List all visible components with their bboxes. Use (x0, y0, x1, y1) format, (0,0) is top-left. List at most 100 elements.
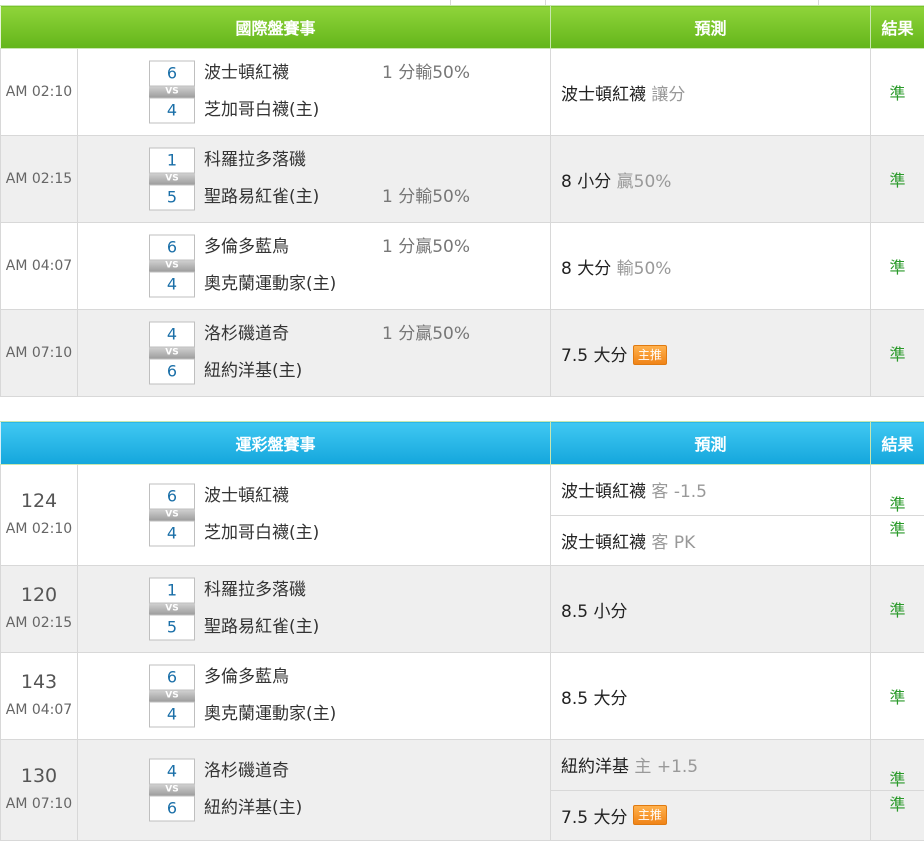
prediction: 紐約洋基 主 +1.5 7.5 大分 主推 (551, 740, 871, 841)
home-odds: 1 分輸50% (382, 179, 470, 216)
result: 準 準 (871, 740, 924, 841)
home-team[interactable]: 紐約洋基(主) (204, 798, 302, 818)
lottery-header-prediction: 預測 (551, 422, 871, 465)
pick: 波士頓紅襪 (561, 528, 646, 553)
away-score: 1 (149, 578, 195, 604)
vs-label: VS (149, 348, 195, 359)
match-info: 120 AM 02:15 (1, 566, 78, 653)
away-score: 6 (149, 235, 195, 261)
vs-label: VS (149, 691, 195, 702)
scoreboard: 4 VS 6 (149, 322, 195, 385)
prediction: 8.5 小分 (551, 566, 871, 653)
pick-detail: 客 PK (651, 528, 695, 553)
home-score: 4 (149, 272, 195, 298)
scoreboard: 6 VS 4 (149, 61, 195, 124)
section-gap (0, 397, 924, 421)
teams: 洛杉磯道奇1 分贏50% 紐約洋基(主) (204, 316, 302, 390)
away-score: 6 (149, 484, 195, 510)
away-team[interactable]: 波士頓紅襪 (204, 486, 289, 506)
match-cell[interactable]: 6 VS 4 多倫多藍鳥1 分贏50% 奧克蘭運動家(主) (78, 223, 551, 310)
table-row[interactable]: AM 04:07 6 VS 4 多倫多藍鳥1 分贏50% 奧克蘭運動家(主) 8… (1, 223, 924, 310)
vs-label: VS (149, 261, 195, 272)
teams: 波士頓紅襪 芝加哥白襪(主) (204, 478, 319, 552)
match-cell[interactable]: 1 VS 5 科羅拉多落磯 聖路易紅雀(主)1 分輸50% (78, 136, 551, 223)
table-row[interactable]: AM 07:10 4 VS 6 洛杉磯道奇1 分贏50% 紐約洋基(主) 7.5… (1, 310, 924, 397)
away-odds: 1 分贏50% (382, 229, 470, 266)
away-score: 6 (149, 665, 195, 691)
match-cell[interactable]: 6 VS 4 多倫多藍鳥 奧克蘭運動家(主) (78, 653, 551, 740)
lottery-header-result: 結果 (871, 422, 924, 465)
away-team[interactable]: 科羅拉多落磯 (204, 580, 306, 600)
home-team[interactable]: 芝加哥白襪(主) (204, 523, 319, 543)
result: 準 (871, 223, 924, 310)
intl-header: 國際盤賽事 預測 結果 (1, 6, 924, 49)
away-team[interactable]: 多倫多藍鳥 (204, 667, 289, 687)
match-time: AM 02:15 (6, 615, 72, 631)
pick-detail: 讓分 (651, 85, 685, 105)
match-cell[interactable]: 1 VS 5 科羅拉多落磯 聖路易紅雀(主) (78, 566, 551, 653)
vs-label: VS (149, 174, 195, 185)
prediction: 8 大分 輸50% (551, 223, 871, 310)
prediction-line-1: 紐約洋基 主 +1.5 (551, 740, 870, 791)
home-team[interactable]: 紐約洋基(主) (204, 361, 302, 381)
match-cell[interactable]: 4 VS 6 洛杉磯道奇 紐約洋基(主) (78, 740, 551, 841)
away-team[interactable]: 洛杉磯道奇 (204, 324, 289, 344)
result-2: 準 (871, 791, 924, 815)
intl-header-result: 結果 (871, 6, 924, 49)
table-row[interactable]: 120 AM 02:15 1 VS 5 科羅拉多落磯 聖路易紅雀(主) 8.5 … (1, 566, 924, 653)
vs-label: VS (149, 87, 195, 98)
intl-table: 國際盤賽事 預測 結果 AM 02:10 6 VS 4 波士頓紅襪1 分輸50%… (0, 5, 924, 397)
scoreboard: 1 VS 5 (149, 578, 195, 641)
lottery-header: 運彩盤賽事 預測 結果 (1, 422, 924, 465)
pick: 8.5 小分 (561, 602, 627, 622)
home-team[interactable]: 聖路易紅雀(主) (204, 187, 319, 207)
away-team[interactable]: 科羅拉多落磯 (204, 150, 306, 170)
match-time: AM 04:07 (6, 702, 72, 718)
match-time: AM 07:10 (6, 796, 72, 812)
pick: 7.5 大分 (561, 803, 627, 828)
prediction-line-1: 波士頓紅襪 客 -1.5 (551, 465, 870, 516)
home-team[interactable]: 奧克蘭運動家(主) (204, 704, 336, 724)
teams: 科羅拉多落磯 聖路易紅雀(主)1 分輸50% (204, 142, 319, 216)
table-row[interactable]: 130 AM 07:10 4 VS 6 洛杉磯道奇 紐約洋基(主) 紐約洋基 主… (1, 740, 924, 841)
table-row[interactable]: AM 02:15 1 VS 5 科羅拉多落磯 聖路易紅雀(主)1 分輸50% 8… (1, 136, 924, 223)
match-cell[interactable]: 4 VS 6 洛杉磯道奇1 分贏50% 紐約洋基(主) (78, 310, 551, 397)
teams: 多倫多藍鳥1 分贏50% 奧克蘭運動家(主) (204, 229, 336, 303)
scoreboard: 1 VS 5 (149, 148, 195, 211)
teams: 科羅拉多落磯 聖路易紅雀(主) (204, 572, 319, 646)
away-score: 1 (149, 148, 195, 174)
result: 準 準 (871, 465, 924, 566)
away-team[interactable]: 多倫多藍鳥 (204, 237, 289, 257)
match-info: 130 AM 07:10 (1, 740, 78, 841)
home-team[interactable]: 奧克蘭運動家(主) (204, 274, 336, 294)
match-cell[interactable]: 6 VS 4 波士頓紅襪1 分輸50% 芝加哥白襪(主) (78, 49, 551, 136)
scoreboard: 6 VS 4 (149, 665, 195, 728)
intl-header-prediction: 預測 (551, 6, 871, 49)
home-team[interactable]: 聖路易紅雀(主) (204, 617, 319, 637)
prediction: 7.5 大分 主推 (551, 310, 871, 397)
match-info: 124 AM 02:10 (1, 465, 78, 566)
table-row[interactable]: 124 AM 02:10 6 VS 4 波士頓紅襪 芝加哥白襪(主) 波士頓紅襪… (1, 465, 924, 566)
pick: 8.5 大分 (561, 689, 627, 709)
match-time: AM 04:07 (1, 223, 78, 310)
home-team[interactable]: 芝加哥白襪(主) (204, 100, 319, 120)
away-team[interactable]: 洛杉磯道奇 (204, 761, 289, 781)
game-number: 143 (1, 668, 77, 696)
match-time: AM 02:10 (1, 49, 78, 136)
home-score: 5 (149, 185, 195, 211)
pick-detail: 客 -1.5 (651, 477, 707, 502)
lottery-header-title: 運彩盤賽事 (1, 422, 551, 465)
game-number: 124 (1, 487, 77, 515)
lottery-table: 運彩盤賽事 預測 結果 124 AM 02:10 6 VS 4 波士頓紅襪 芝加… (0, 421, 924, 841)
pick: 波士頓紅襪 (561, 477, 646, 502)
home-score: 5 (149, 615, 195, 641)
match-time: AM 07:10 (1, 310, 78, 397)
featured-badge: 主推 (633, 805, 667, 825)
prediction-line-2: 波士頓紅襪 客 PK (551, 516, 870, 566)
table-row[interactable]: 143 AM 04:07 6 VS 4 多倫多藍鳥 奧克蘭運動家(主) 8.5 … (1, 653, 924, 740)
table-row[interactable]: AM 02:10 6 VS 4 波士頓紅襪1 分輸50% 芝加哥白襪(主) 波士… (1, 49, 924, 136)
pick: 紐約洋基 (561, 752, 629, 777)
away-team[interactable]: 波士頓紅襪 (204, 63, 289, 83)
match-time: AM 02:15 (1, 136, 78, 223)
match-cell[interactable]: 6 VS 4 波士頓紅襪 芝加哥白襪(主) (78, 465, 551, 566)
